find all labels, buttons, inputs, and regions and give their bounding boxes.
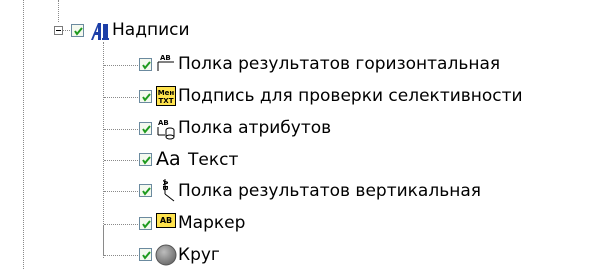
text-tool-icon <box>91 23 109 40</box>
tree-branch-line <box>104 224 138 225</box>
horizontal-result-shelf-icon: AB <box>157 54 174 71</box>
text-icon: Aa <box>156 148 181 170</box>
root-checkbox[interactable] <box>71 24 84 37</box>
item-checkbox[interactable] <box>139 184 152 197</box>
item-checkbox[interactable] <box>139 90 152 103</box>
attribute-shelf-icon: AB <box>157 119 175 140</box>
svg-text:AB: AB <box>158 119 169 127</box>
tree-item-label: Текст <box>188 150 239 170</box>
collapse-toggle-icon[interactable] <box>54 26 63 35</box>
tree-branch-line <box>104 65 138 66</box>
item-checkbox[interactable] <box>139 153 152 166</box>
tree-branch-line <box>104 129 138 130</box>
svg-text:AB: AB <box>160 54 171 62</box>
tree-guide-line <box>103 225 104 255</box>
tree-branch-line <box>104 160 138 161</box>
tree-item-label: Полка атрибутов <box>178 118 332 138</box>
tree-item-label: Подпись для проверки селективности <box>178 86 523 106</box>
circle-icon <box>155 244 177 266</box>
tree-item-label: Полка результатов вертикальная <box>178 181 481 201</box>
tree-item-label: Полка результатов горизонтальная <box>178 54 501 74</box>
tree-item-label: Маркер <box>178 213 246 233</box>
tree-branch-line <box>104 191 138 192</box>
item-checkbox[interactable] <box>139 217 152 230</box>
marker-icon: AB <box>156 213 176 228</box>
tree-branch-line <box>104 255 138 256</box>
tree-item-label: Круг <box>178 245 220 265</box>
tree-branch-line <box>104 97 138 98</box>
tree-guide-line <box>23 0 24 269</box>
icon-text-bottom: ТХТ <box>159 97 174 105</box>
item-checkbox[interactable] <box>139 58 152 71</box>
item-checkbox[interactable] <box>139 248 152 261</box>
tree-root-label: Надписи <box>112 20 190 40</box>
item-checkbox[interactable] <box>139 122 152 135</box>
vertical-result-shelf-icon: AB <box>161 179 175 202</box>
tree-branch-line <box>63 30 70 31</box>
marker-icon-text: AB <box>160 216 172 225</box>
icon-text-top: Мен <box>158 89 175 97</box>
tree-guide-line <box>58 0 59 22</box>
selectivity-caption-icon: Мен ТХТ <box>156 86 176 106</box>
